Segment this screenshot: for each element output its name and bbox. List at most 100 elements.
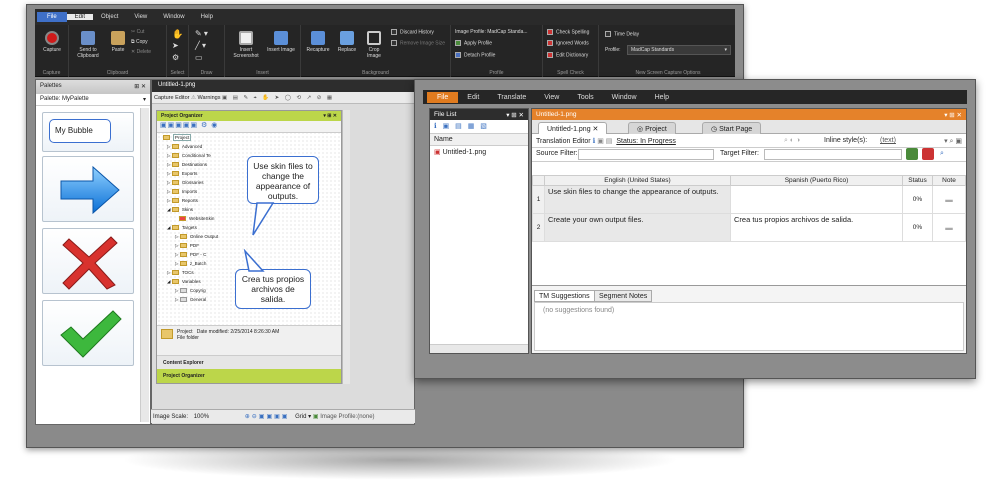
palette-check-item[interactable]: [42, 300, 134, 366]
lingo-menu-translate[interactable]: Translate: [488, 94, 535, 101]
callout-skin[interactable]: Use skin files to change the appearance …: [247, 156, 319, 204]
crop-image-button[interactable]: Crop Image: [361, 31, 387, 59]
palette-x-item[interactable]: [42, 228, 134, 294]
organizer-toolbar-icons[interactable]: ▣▣▣▣▣ ⚙ ◉: [157, 122, 218, 129]
apply-profile-button[interactable]: Apply Profile: [455, 40, 492, 46]
table-row[interactable]: 2 Create your own output files. Crea tus…: [532, 213, 966, 242]
capture-canvas[interactable]: Project Organizer ▾ ⊞ ✕ ▣▣▣▣▣ ⚙ ◉ Project…: [156, 110, 342, 384]
project-organizer-bar[interactable]: Project Organizer: [157, 369, 341, 383]
tree-item[interactable]: ▷ General: [175, 297, 206, 303]
ignored-words-button[interactable]: Ignored Words: [547, 40, 589, 46]
recapture-button[interactable]: Recapture: [303, 31, 333, 53]
toolbar-right-icons[interactable]: ▾ ⌕ ▣: [944, 137, 962, 146]
tree-item[interactable]: ▷ z_Batch: [175, 261, 206, 267]
warnings-tab[interactable]: Warnings: [197, 95, 220, 101]
menu-help[interactable]: Help: [193, 14, 221, 20]
settings-icon[interactable]: ⚙: [172, 53, 179, 62]
palette-arrow-item[interactable]: [42, 156, 134, 222]
cut-button[interactable]: ✂ Cut: [131, 29, 144, 35]
menu-file[interactable]: File: [37, 12, 67, 22]
tab-project[interactable]: ◎ Project: [628, 122, 676, 134]
target-filter-input[interactable]: [764, 149, 902, 160]
lingo-menu-edit[interactable]: Edit: [458, 94, 488, 101]
tree-item[interactable]: ▷ PDF: [175, 243, 199, 249]
check-spelling-button[interactable]: Check Spelling: [547, 29, 589, 35]
lingo-menu-view[interactable]: View: [535, 94, 568, 101]
profile-select[interactable]: MadCap Standards ▾: [627, 45, 731, 55]
tree-root[interactable]: Project: [163, 134, 192, 141]
insert-image-button[interactable]: Insert Image: [265, 31, 297, 53]
tree-item[interactable]: ▷ Online Output: [175, 234, 218, 240]
info-icon[interactable]: ℹ: [593, 138, 596, 145]
paste-button[interactable]: Paste: [107, 31, 129, 53]
editor-tools-icons[interactable]: ▣ ▤ ✎ ⌖ ✋ ➤ ◯ ⟲ ↗ ⊘ ▦: [222, 95, 334, 101]
tree-item[interactable]: ▷ TOCs: [167, 270, 194, 276]
lingo-menu-tools[interactable]: Tools: [568, 94, 602, 101]
menu-window[interactable]: Window: [155, 14, 192, 20]
discard-history-button[interactable]: Discard History: [391, 29, 434, 35]
tab-untitled[interactable]: Untitled-1.png ✕: [538, 122, 608, 134]
grid-col-source[interactable]: English (United States): [544, 175, 731, 186]
target-cell[interactable]: Crea tus propios archivos de salida.: [730, 213, 903, 242]
pointer-icon[interactable]: ➤: [172, 41, 179, 50]
tree-item[interactable]: ▷ Reports: [167, 198, 198, 204]
palettes-scrollbar[interactable]: [140, 108, 149, 422]
tree-item[interactable]: ▷ Imports: [167, 189, 197, 195]
lingo-menu-file[interactable]: File: [427, 91, 459, 103]
menu-view[interactable]: View: [126, 14, 155, 20]
file-list-toolbar[interactable]: ℹ ▣ ▤ ▦ ▧: [430, 120, 528, 134]
palette-bubble-item[interactable]: My Bubble: [42, 112, 134, 152]
close-icon[interactable]: ▾ ⊞ ✕: [506, 111, 524, 119]
time-delay-checkbox[interactable]: Time Delay: [605, 31, 639, 37]
close-icon[interactable]: ▾ ⊞ ✕: [944, 111, 962, 119]
insert-screenshot-button[interactable]: Insert Screenshot: [227, 31, 265, 59]
content-explorer-bar[interactable]: Content Explorer: [157, 355, 341, 369]
note-icon[interactable]: ▬: [932, 185, 966, 214]
file-list-scrollbar[interactable]: [430, 344, 528, 353]
lingo-menu-help[interactable]: Help: [646, 94, 678, 101]
filter-clear-icon[interactable]: [922, 148, 934, 160]
close-icon[interactable]: ▾ ⊞ ✕: [323, 113, 337, 119]
tree-item[interactable]: ▷ Copyrig: [175, 288, 206, 294]
target-cell[interactable]: [730, 185, 903, 214]
status-link[interactable]: Status: In Progress: [616, 138, 676, 145]
note-icon[interactable]: ▬: [932, 213, 966, 242]
send-to-clipboard-button[interactable]: Send to Clipboard: [71, 31, 105, 59]
lingo-menu-window[interactable]: Window: [603, 94, 646, 101]
grid-label[interactable]: Grid: [295, 414, 306, 420]
tree-item[interactable]: ▷ Destinations: [167, 162, 207, 168]
tree-item[interactable]: ▷ PDF - C: [175, 252, 206, 258]
save-icon[interactable]: ▣ ▤: [597, 138, 612, 145]
file-list-item[interactable]: ▣ Untitled-1.png: [430, 146, 528, 158]
zoom-icons[interactable]: ⊕⊖▣▣▣▣: [245, 414, 290, 420]
capture-button[interactable]: Capture: [37, 31, 67, 53]
tree-item[interactable]: ◢ Targets: [167, 225, 197, 231]
image-scale-value[interactable]: 100%: [194, 414, 209, 420]
pencil-icon[interactable]: ✎ ▾: [195, 29, 208, 38]
source-filter-input[interactable]: [578, 149, 714, 160]
brush-icon[interactable]: ╱ ▾: [195, 41, 206, 50]
palette-select[interactable]: Palette: MyPalette ▾: [36, 94, 150, 106]
replace-button[interactable]: Replace: [333, 31, 361, 53]
edit-dictionary-button[interactable]: Edit Dictionary: [547, 52, 588, 58]
hand-icon[interactable]: ✋: [172, 29, 183, 40]
tree-item[interactable]: ▷ Advanced: [167, 144, 202, 150]
tree-item[interactable]: ▷ Glossaries: [167, 180, 204, 186]
file-list-column[interactable]: Name: [430, 134, 528, 146]
tab-tm-suggestions[interactable]: TM Suggestions: [534, 290, 595, 302]
canvas-scrollbar[interactable]: [342, 110, 350, 384]
edit-icons[interactable]: ⌕ ◐ ◑: [784, 137, 800, 145]
callout-output[interactable]: Crea tus propios archivos de salida.: [235, 269, 311, 309]
tab-segment-notes[interactable]: Segment Notes: [594, 290, 653, 302]
filter-apply-icon[interactable]: [906, 148, 918, 160]
menu-object[interactable]: Object: [93, 14, 126, 20]
detach-profile-button[interactable]: Detach Profile: [455, 52, 495, 58]
tree-item[interactable]: ▷ Conditional Te: [167, 153, 211, 159]
tree-item[interactable]: ◢ Variables: [167, 279, 201, 285]
tree-item[interactable]: WebsiteSkin: [179, 216, 214, 222]
tree-item[interactable]: ◢ Skins: [167, 207, 193, 213]
editor-file-tab[interactable]: Untitled-1.png: [152, 80, 414, 92]
pin-icon[interactable]: ⊞ ✕: [134, 83, 146, 90]
grid-col-note[interactable]: Note: [932, 175, 966, 186]
remove-image-size-button[interactable]: Remove Image Size: [391, 40, 445, 46]
